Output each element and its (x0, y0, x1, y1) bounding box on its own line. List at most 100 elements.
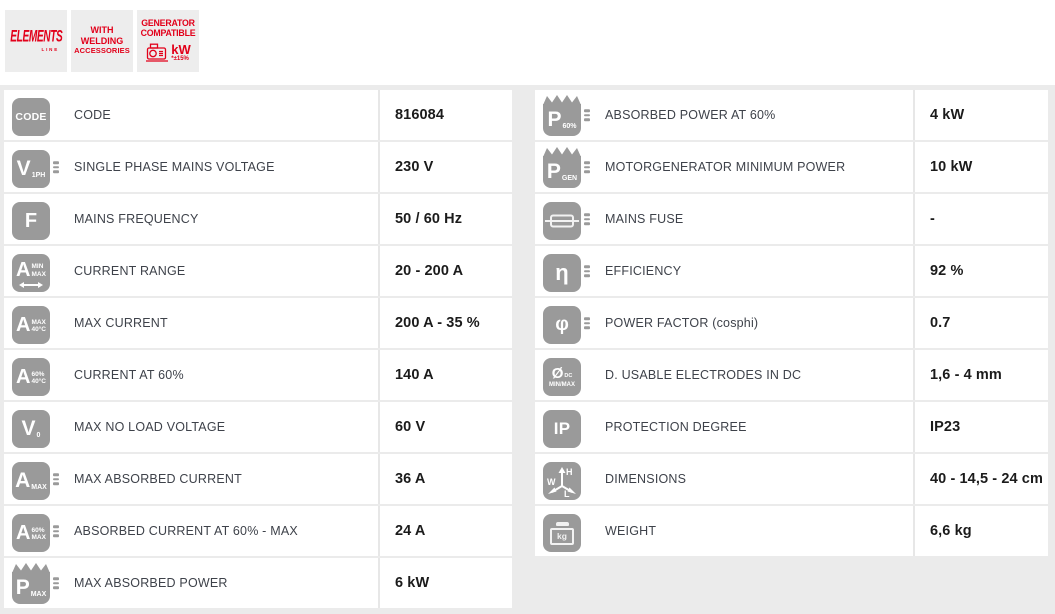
spec-value: 6 kW (380, 558, 512, 608)
spec-label-cell: FMAINS FREQUENCY (4, 194, 380, 244)
spec-label: CURRENT RANGE (74, 264, 185, 278)
max-absorbed-power-icon: PMAX (12, 562, 50, 604)
plug-icon (584, 317, 590, 329)
spec-label-cell: V1PH SINGLE PHASE MAINS VOLTAGE (4, 142, 380, 192)
single-phase-voltage-icon: V1PH (12, 146, 50, 188)
spec-value: 20 - 200 A (380, 246, 512, 296)
spec-label: SINGLE PHASE MAINS VOLTAGE (74, 160, 275, 174)
spec-label: POWER FACTOR (cosphi) (605, 316, 758, 330)
spec-label-cell: CODE CODE (4, 90, 380, 140)
spec-table-right: P60%ABSORBED POWER AT 60%4 kWPGENMOTORGE… (535, 90, 1048, 558)
spec-label-cell: AMAX MAX ABSORBED CURRENT (4, 454, 380, 504)
plug-icon (53, 161, 59, 173)
spec-value: 0.7 (915, 298, 1048, 348)
max-current-icon: AMAX40°C (12, 302, 50, 344)
plug-icon (584, 109, 590, 121)
max-absorbed-current-icon: AMAX (12, 458, 50, 500)
spec-label: MAINS FREQUENCY (74, 212, 199, 226)
elements-logo: ELEMENTS (10, 27, 62, 46)
spec-sheet-area: CODE CODE 816084 V1PH SINGLE PHASE MAINS VOL… (0, 85, 1055, 614)
mains-fuse-icon (543, 198, 581, 240)
spec-row: kg WEIGHT 6,6 kg (535, 506, 1048, 556)
top-badges: ELEMENTS LINE WITH WELDING ACCESSORIES G… (5, 10, 199, 72)
spec-label: MAX NO LOAD VOLTAGE (74, 420, 225, 434)
spec-label-cell: AMINMAX CURRENT RANGE (4, 246, 380, 296)
no-load-voltage-icon: V0 (12, 406, 50, 448)
spec-value: 10 kW (915, 142, 1048, 192)
svg-text:W: W (547, 477, 556, 487)
spec-row: AMAX MAX ABSORBED CURRENT 36 A (4, 454, 512, 504)
spec-row: PMAX MAX ABSORBED POWER 6 kW (4, 558, 512, 608)
spec-row: AMINMAX CURRENT RANGE 20 - 200 A (4, 246, 512, 296)
badge-text: COMPATIBLE (141, 29, 196, 39)
efficiency-icon: η (543, 250, 581, 292)
current-range-icon: AMINMAX (12, 250, 50, 292)
spec-label: WEIGHT (605, 524, 656, 538)
spec-value: 92 % (915, 246, 1048, 296)
badge-text: WELDING (81, 36, 124, 47)
svg-text:L: L (564, 489, 570, 498)
spec-row: P60%ABSORBED POWER AT 60%4 kW (535, 90, 1048, 140)
spec-value: 36 A (380, 454, 512, 504)
spec-table-left: CODE CODE 816084 V1PH SINGLE PHASE MAINS VOL… (4, 90, 512, 610)
spec-label-cell: PMAX MAX ABSORBED POWER (4, 558, 380, 608)
badge-text: WITH (91, 25, 114, 36)
elements-line-badge: ELEMENTS LINE (5, 10, 67, 72)
spec-row: CODE CODE 816084 (4, 90, 512, 140)
plug-icon (584, 161, 590, 173)
spec-label-cell: A60%40°CCURRENT AT 60% (4, 350, 380, 400)
spec-label-cell: ηEFFICIENCY (535, 246, 915, 296)
spec-label: MAX ABSORBED CURRENT (74, 472, 242, 486)
spec-label: PROTECTION DEGREE (605, 420, 747, 434)
generator-tolerance-label: *±15% (171, 56, 189, 62)
protection-degree-icon: IP (543, 406, 581, 448)
generator-kw-label: kW (171, 44, 191, 56)
elements-logo-subtitle: LINE (42, 47, 59, 52)
spec-row: φPOWER FACTOR (cosphi)0.7 (535, 298, 1048, 348)
motorgenerator-power-icon: PGEN (543, 146, 581, 188)
spec-row: A60%MAX ABSORBED CURRENT AT 60% - MAX 24 A (4, 506, 512, 556)
spec-value: 1,6 - 4 mm (915, 350, 1048, 400)
spec-value: 50 / 60 Hz (380, 194, 512, 244)
spec-row: V0 MAX NO LOAD VOLTAGE 60 V (4, 402, 512, 452)
spec-row: ØDCMIN/MAXD. USABLE ELECTRODES IN DC1,6 … (535, 350, 1048, 400)
spec-label-cell: PGENMOTORGENERATOR MINIMUM POWER (535, 142, 915, 192)
spec-value: 6,6 kg (915, 506, 1048, 556)
spec-label-cell: MAINS FUSE (535, 194, 915, 244)
spec-row: V1PH SINGLE PHASE MAINS VOLTAGE 230 V (4, 142, 512, 192)
plug-icon (584, 213, 590, 225)
spec-label-cell: IP PROTECTION DEGREE (535, 402, 915, 452)
spec-value: 816084 (380, 90, 512, 140)
spec-row: FMAINS FREQUENCY50 / 60 Hz (4, 194, 512, 244)
electrodes-dc-icon: ØDCMIN/MAX (543, 354, 581, 396)
generator-compatible-badge: GENERATOR COMPATIBLE kW *±15% (137, 10, 199, 72)
plug-icon (584, 265, 590, 277)
svg-text:H: H (566, 467, 573, 477)
spec-label: ABSORBED CURRENT AT 60% - MAX (74, 524, 298, 538)
plug-icon (53, 525, 59, 537)
spec-label: MAX ABSORBED POWER (74, 576, 228, 590)
spec-row: IPPROTECTION DEGREEIP23 (535, 402, 1048, 452)
spec-value: - (915, 194, 1048, 244)
spec-label: CURRENT AT 60% (74, 368, 184, 382)
spec-label-cell: V0 MAX NO LOAD VOLTAGE (4, 402, 380, 452)
spec-label: CODE (74, 108, 111, 122)
weight-icon: kg (543, 510, 581, 552)
spec-value: 60 V (380, 402, 512, 452)
absorbed-current-60-icon: A60%MAX (12, 510, 50, 552)
spec-row: PGENMOTORGENERATOR MINIMUM POWER10 kW (535, 142, 1048, 192)
spec-label-cell: kg WEIGHT (535, 506, 915, 556)
spec-row: WHLDIMENSIONS40 - 14,5 - 24 cm (535, 454, 1048, 504)
spec-row: AMAX40°CMAX CURRENT200 A - 35 % (4, 298, 512, 348)
spec-value: 24 A (380, 506, 512, 556)
dimensions-icon: WH L (543, 458, 581, 500)
spec-value: 140 A (380, 350, 512, 400)
spec-value: 230 V (380, 142, 512, 192)
welding-accessories-badge: WITH WELDING ACCESSORIES (71, 10, 133, 72)
spec-row: ηEFFICIENCY92 % (535, 246, 1048, 296)
code-icon: CODE (12, 94, 50, 136)
spec-label: ABSORBED POWER AT 60% (605, 108, 775, 122)
plug-icon (53, 473, 59, 485)
generator-icon (145, 42, 169, 63)
spec-label-cell: φPOWER FACTOR (cosphi) (535, 298, 915, 348)
